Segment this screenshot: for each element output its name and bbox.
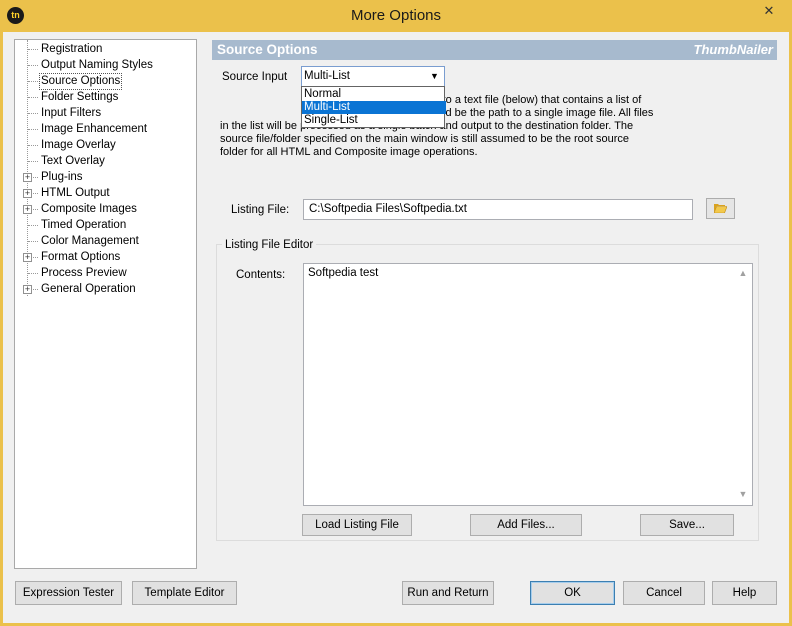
expand-plus-icon[interactable]: + bbox=[23, 205, 32, 214]
listing-file-input[interactable]: C:\Softpedia Files\Softpedia.txt bbox=[303, 199, 693, 220]
cancel-button[interactable]: Cancel bbox=[623, 581, 705, 605]
description-line-2: he text file should be the path to a sin… bbox=[366, 107, 654, 119]
chevron-down-icon[interactable]: ▼ bbox=[430, 69, 439, 83]
tree-connector bbox=[28, 65, 38, 67]
tree-item-general-operation[interactable]: General Operation bbox=[40, 282, 137, 297]
run-and-return-button[interactable]: Run and Return bbox=[402, 581, 494, 605]
folder-open-icon[interactable] bbox=[714, 203, 727, 213]
contents-label: Contents: bbox=[236, 269, 286, 281]
expand-plus-icon[interactable]: + bbox=[23, 173, 32, 182]
tree-item-image-overlay[interactable]: Image Overlay bbox=[40, 138, 117, 153]
close-button[interactable]: ✕ bbox=[752, 0, 786, 22]
save-button[interactable]: Save... bbox=[640, 514, 734, 536]
source-input-value: Multi-List bbox=[304, 70, 351, 82]
tree-item-output-naming-styles[interactable]: Output Naming Styles bbox=[40, 58, 154, 73]
description-line-1: pecify the path to a text file (below) t… bbox=[368, 94, 642, 106]
listing-file-editor-legend: Listing File Editor bbox=[222, 238, 317, 252]
tree-connector bbox=[28, 97, 38, 99]
tree-item-plug-ins[interactable]: Plug-ins bbox=[40, 170, 84, 185]
brand-label: ThumbNailer bbox=[693, 42, 773, 57]
tree-item-source-options[interactable]: Source Options bbox=[38, 73, 123, 90]
scroll-down-arrow-icon[interactable]: ▼ bbox=[737, 488, 749, 500]
add-files-button[interactable]: Add Files... bbox=[470, 514, 582, 536]
source-input-label: Source Input bbox=[222, 71, 288, 83]
expand-plus-icon[interactable]: + bbox=[23, 253, 32, 262]
tree-item-registration[interactable]: Registration bbox=[40, 42, 103, 57]
help-button[interactable]: Help bbox=[712, 581, 777, 605]
expression-tester-button[interactable]: Expression Tester bbox=[15, 581, 122, 605]
tree-connector bbox=[28, 49, 38, 51]
tree-item-text-overlay[interactable]: Text Overlay bbox=[40, 154, 106, 169]
tree-item-html-output[interactable]: HTML Output bbox=[40, 186, 111, 201]
tree-item-folder-settings[interactable]: Folder Settings bbox=[40, 90, 119, 105]
expand-plus-icon[interactable]: + bbox=[23, 189, 32, 198]
tree-item-process-preview[interactable]: Process Preview bbox=[40, 266, 128, 281]
tree-item-input-filters[interactable]: Input Filters bbox=[40, 106, 102, 121]
tree-connector bbox=[28, 161, 38, 163]
tree-connector bbox=[28, 145, 38, 147]
window-frame-left bbox=[0, 32, 3, 626]
template-editor-button[interactable]: Template Editor bbox=[132, 581, 237, 605]
ok-button[interactable]: OK bbox=[530, 581, 615, 605]
source-input-dropdown[interactable]: Normal Multi-List Single-List bbox=[301, 86, 446, 128]
description-line-3: in the list will be processed as a singl… bbox=[220, 120, 634, 132]
listing-file-label: Listing File: bbox=[231, 204, 290, 216]
tree-connector bbox=[28, 273, 38, 275]
options-tree[interactable]: Registration Output Naming Styles Source O… bbox=[14, 39, 197, 569]
tree-item-format-options[interactable]: Format Options bbox=[40, 250, 121, 265]
tree-connector bbox=[28, 113, 38, 115]
tree-connector bbox=[28, 241, 38, 243]
contents-textarea[interactable] bbox=[303, 263, 753, 506]
section-title: Source Options bbox=[217, 42, 318, 57]
tree-item-image-enhancement[interactable]: Image Enhancement bbox=[40, 122, 148, 137]
dropdown-option-single-list[interactable]: Single-List bbox=[302, 114, 446, 127]
dropdown-option-multi-list[interactable]: Multi-List bbox=[302, 101, 446, 114]
tree-connector bbox=[28, 81, 38, 83]
load-listing-file-button[interactable]: Load Listing File bbox=[302, 514, 412, 536]
tree-item-timed-operation[interactable]: Timed Operation bbox=[40, 218, 127, 233]
dropdown-option-normal[interactable]: Normal bbox=[302, 88, 446, 101]
window-title: More Options bbox=[350, 7, 442, 24]
tree-item-color-management[interactable]: Color Management bbox=[40, 234, 140, 249]
source-description: pecify the path to a text file (below) t… bbox=[220, 94, 725, 159]
tree-connector bbox=[28, 129, 38, 131]
tree-item-composite-images[interactable]: Composite Images bbox=[40, 202, 138, 217]
tree-connector bbox=[28, 225, 38, 227]
contents-text: Softpedia test bbox=[308, 267, 379, 279]
expand-plus-icon[interactable]: + bbox=[23, 285, 32, 294]
scroll-up-arrow-icon[interactable]: ▲ bbox=[737, 267, 749, 279]
description-line-4: source file/folder specified on the main… bbox=[220, 133, 630, 145]
description-line-5: folder for all HTML and Composite image … bbox=[220, 146, 478, 158]
